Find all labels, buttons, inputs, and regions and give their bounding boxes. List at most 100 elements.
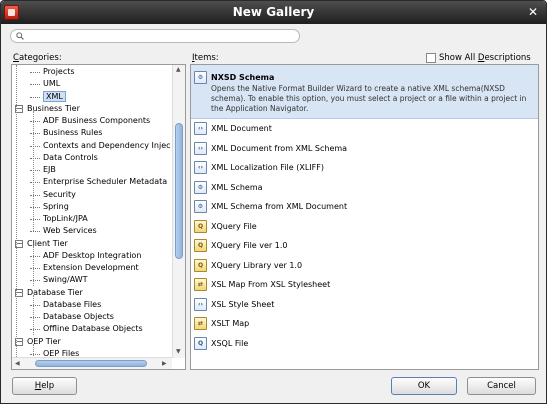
tree-connector [30,231,40,233]
scroll-thumb-horizontal[interactable] [35,360,147,367]
gallery-item[interactable]: ⚙ XML Schema [194,179,534,197]
ok-button[interactable]: OK [391,377,457,395]
tree-item[interactable]: Database Files [30,299,101,311]
gallery-item-label: XSLT Map [211,319,250,328]
tree-item[interactable]: Swing/AWT [30,274,88,286]
tree-item-label: UML [43,79,61,89]
tree-connector [30,182,40,184]
gallery-item-label: XML Document from XML Schema [211,143,348,153]
gallery-item[interactable]: Q XSQL File [194,335,534,353]
show-all-descriptions-checkbox[interactable]: Show All Descriptions [426,52,531,64]
tree-item[interactable]: Security [30,189,76,201]
categories-vertical-scrollbar[interactable]: ▲ ▼ [172,65,185,358]
tree-item[interactable]: Enterprise Scheduler Metadata [30,176,167,188]
tree-item-label: Data Controls [43,152,98,162]
gallery-item[interactable]: Q XQuery Library ver 1.0 [194,257,534,275]
tree-category[interactable]: − Database Tier [15,287,83,299]
tree-item[interactable]: XML [30,90,66,103]
tree-item[interactable]: Projects [30,66,75,78]
tree-item[interactable]: Contexts and Dependency Injec [30,140,171,152]
categories-tree[interactable]: Projects UML XML − Business Tier ADF Business… [11,64,186,370]
window-title: New Gallery [232,5,315,19]
gallery-item[interactable]: ‹› XSL Style Sheet [194,296,534,314]
tree-item[interactable]: Extension Development [30,262,139,274]
tree-connector [30,133,40,135]
tree-connector [30,84,40,86]
xquery-icon: Q [194,239,207,252]
tree-connector [30,145,40,147]
xsl-map-icon: ⇄ [194,278,207,291]
tree-item-label: TopLink/JPA [43,214,88,223]
tree-item-label: Security [43,189,76,199]
gallery-item-label: XSQL File [211,338,249,348]
tree-item-label: Contexts and Dependency Injec [43,140,171,150]
gallery-item[interactable]: ⚙ XML Schema from XML Document [194,198,534,216]
tree-connector [30,329,40,331]
tree-connector [30,157,40,159]
gallery-item-label: XML Schema from XML Document [211,202,348,211]
gallery-item-label: XML Schema [211,182,263,192]
tree-item[interactable]: Offline Database Objects [30,323,143,335]
gallery-item[interactable]: ‹› XML Localization File (XLIFF) [194,159,534,177]
tree-item[interactable]: TopLink/JPA [30,213,88,225]
tree-guide-line [33,111,34,231]
tree-item[interactable]: Database Objects [30,311,114,323]
nxsd-schema-icon: ⚙ [194,71,207,84]
gallery-item-label: XSL Map From XSL Stylesheet [211,280,331,289]
scroll-down-arrow-icon[interactable]: ▼ [176,348,181,356]
xml-schema-icon: ⚙ [194,180,207,194]
tree-item[interactable]: ADF Business Components [30,115,150,127]
gallery-item[interactable]: ‹› XML Document from XML Schema [194,140,534,158]
tree-category[interactable]: − Business Tier [15,103,80,115]
tree-item[interactable]: Spring [30,201,69,213]
close-button[interactable]: ✕ [526,5,540,19]
scroll-right-arrow-icon[interactable]: ▶ [162,360,167,368]
tree-connector [30,219,40,220]
gallery-item[interactable]: Q XQuery File ver 1.0 [194,237,534,255]
tree-item[interactable]: Web Services [30,225,97,237]
tree-item[interactable]: EJB [30,164,56,176]
search-input[interactable] [27,30,295,42]
gallery-item-label: NXSD Schema [211,73,275,82]
items-list[interactable]: Opens the Native Format Builder Wizard t… [190,64,539,370]
gallery-item[interactable]: ⇄ XSL Map From XSL Stylesheet [194,276,534,294]
tree-item[interactable]: ADF Desktop Integration [30,250,141,262]
search-box[interactable] [10,29,300,43]
tree-item-label: Business Tier [27,103,80,113]
title-bar[interactable]: New Gallery ✕ [1,1,546,24]
tree-connector [30,206,40,208]
xliff-icon: ‹› [194,161,207,174]
help-button[interactable]: Help [12,377,77,395]
xquery-icon: Q [194,219,207,233]
gallery-item[interactable]: ‹› XML Document [194,120,534,138]
xsql-icon: Q [194,336,207,350]
tree-item-label: Business Rules [43,128,103,138]
checkbox-box[interactable] [426,53,436,63]
gallery-item-label: XML Localization File (XLIFF) [211,163,324,172]
gallery-item-label: XQuery File ver 1.0 [211,241,288,250]
gallery-item-label: XML Document [211,124,272,133]
tree-connector [30,194,40,196]
tree-item-label: Extension Development [43,263,139,272]
tree-item[interactable]: Data Controls [30,152,98,164]
scroll-thumb[interactable] [175,123,183,259]
search-icon [16,32,24,40]
cancel-button[interactable]: Cancel [467,377,536,395]
tree-guide-line [33,295,34,335]
tree-item-label: Swing/AWT [43,275,88,285]
tree-connector [30,96,40,98]
tree-item-label: Offline Database Objects [43,324,143,334]
gallery-item[interactable]: ⇄ XSLT Map [194,315,534,333]
tree-item-label: EJB [43,165,56,174]
categories-horizontal-scrollbar[interactable]: ◀ ▶ [12,357,172,369]
scroll-left-arrow-icon[interactable]: ◀ [15,360,20,368]
show-all-descriptions-label: Show All Descriptions [439,53,531,63]
tree-item[interactable]: UML [30,78,61,90]
tree-item-label: Web Services [43,226,97,236]
tree-item[interactable]: Business Rules [30,127,103,139]
scroll-up-arrow-icon[interactable]: ▲ [176,66,181,74]
tree-item-label: Spring [43,201,69,211]
gallery-item[interactable]: ⚙ NXSD Schema [194,69,534,87]
xml-document-icon: ‹› [194,141,207,155]
gallery-item[interactable]: Q XQuery File [194,218,534,236]
